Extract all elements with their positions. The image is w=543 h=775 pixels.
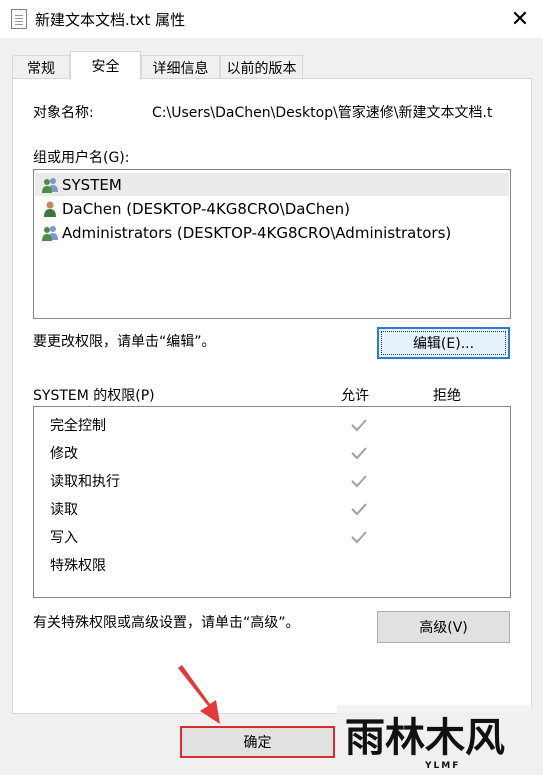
object-name-label: 对象名称: [33,105,94,121]
list-item-dachen[interactable]: DaChen (DESKTOP-4KG8CRO\DaChen) [35,197,509,220]
window-title: 新建文本文档.txt 属性 [35,11,186,29]
tab-details[interactable]: 详细信息 [141,55,220,79]
list-item-system[interactable]: SYSTEM [35,173,509,196]
group-users-icon [42,177,58,193]
permissions-label: SYSTEM 的权限(P) [33,388,155,404]
single-user-icon [44,201,56,217]
permission-name: 读取 [50,502,78,518]
advanced-button[interactable]: 高级(V) [377,611,510,643]
group-users-icon [42,225,58,241]
allow-check-icon [349,495,369,523]
tab-security[interactable]: 安全 [70,51,141,80]
advanced-button-label: 高级(V) [419,620,468,636]
edit-button[interactable]: 编辑(E)... [377,327,510,359]
permission-row: 写入 [50,523,78,551]
permission-name: 写入 [50,530,78,546]
permission-name: 完全控制 [50,418,106,434]
allow-check-icon [349,411,369,439]
list-item-administrators[interactable]: Administrators (DESKTOP-4KG8CRO\Administ… [35,221,509,244]
text-file-icon [11,9,27,29]
groups-listbox[interactable]: SYSTEM DaChen (DESKTOP-4KG8CRO\DaChen) A… [33,169,511,319]
list-item-label: DaChen (DESKTOP-4KG8CRO\DaChen) [62,199,351,218]
focus-outline [381,331,506,355]
permission-row: 特殊权限 [50,551,106,579]
security-panel: 对象名称: C:\Users\DaChen\Desktop\管家速修\新建文本文… [12,78,532,714]
tab-previous-versions[interactable]: 以前的版本 [220,55,303,79]
permission-row: 读取和执行 [50,467,120,495]
list-item-label: SYSTEM [62,175,122,194]
svg-text:YLMF: YLMF [424,761,460,771]
permission-row: 完全控制 [50,411,106,439]
list-item-label: Administrators (DESKTOP-4KG8CRO\Administ… [62,223,452,242]
title-bar: 新建文本文档.txt 属性 ✕ [0,0,543,38]
object-name-value: C:\Users\DaChen\Desktop\管家速修\新建文本文档.t [152,105,493,121]
permission-name: 修改 [50,446,78,462]
tab-general[interactable]: 常规 [12,55,70,79]
advanced-hint: 有关特殊权限或高级设置，请单击“高级”。 [33,615,300,631]
allow-check-icon [349,523,369,551]
svg-text:雨林木风: 雨林木风 [345,715,505,761]
ylmf-watermark-logo: 雨林木风 YLMF [337,705,543,771]
red-arrow-annotation [178,665,220,724]
permission-name: 读取和执行 [50,474,120,490]
edit-hint: 要更改权限，请单击“编辑”。 [33,334,216,350]
ok-button[interactable]: 确定 [180,726,335,758]
groups-label: 组或用户名(G): [33,150,130,166]
close-icon: ✕ [510,6,530,32]
permission-row: 修改 [50,439,78,467]
close-button[interactable]: ✕ [497,0,543,38]
allow-check-icon [349,439,369,467]
permission-name: 特殊权限 [50,558,106,574]
ok-button-label: 确定 [243,735,272,751]
permissions-list[interactable]: 完全控制修改读取和执行读取写入特殊权限 [33,406,511,598]
allow-check-icon [349,467,369,495]
allow-header: 允许 [341,388,369,404]
deny-header: 拒绝 [433,388,461,404]
logo-graphic: 雨林木风 YLMF [337,705,543,771]
permission-row: 读取 [50,495,78,523]
